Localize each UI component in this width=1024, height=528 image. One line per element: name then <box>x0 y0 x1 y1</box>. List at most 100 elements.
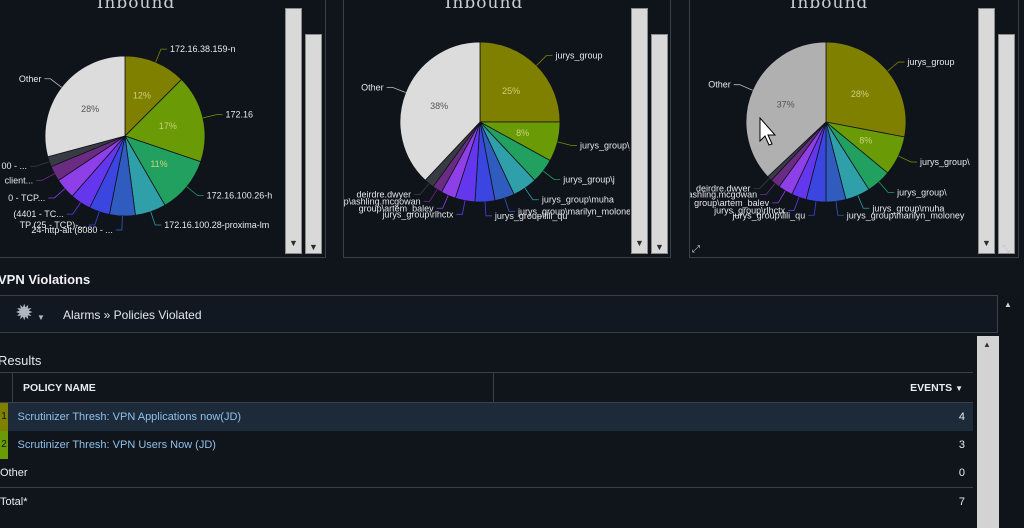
slice-label: jurys_group <box>554 51 602 61</box>
scroll-up-icon[interactable]: ▲ <box>983 340 991 349</box>
leader-line <box>44 78 62 88</box>
leader-line <box>504 197 516 212</box>
slice-label: client... <box>5 175 34 185</box>
panel-scrollbar[interactable]: ▼ <box>978 8 1015 254</box>
pie-chart-1: 172.16.38.159-n 12% 172.16 17% 172.16.100.26… <box>1 44 273 235</box>
chevron-down-icon[interactable]: ▼ <box>37 313 45 322</box>
leader-line <box>423 189 438 202</box>
leader-line <box>835 201 844 216</box>
gear-icon[interactable]: ✹ <box>15 302 33 324</box>
pie-slice[interactable] <box>479 41 561 123</box>
row-color-swatch: 2 <box>0 431 8 459</box>
leader-line <box>48 188 66 199</box>
table-row[interactable]: 2 Scrutinizer Thresh: VPN Users Now (JD)… <box>0 431 973 459</box>
slice-label: jurys_group <box>906 57 954 67</box>
scroll-down-icon[interactable]: ▼ <box>305 242 322 252</box>
slice-percent: 37% <box>777 100 795 110</box>
slice-percent: 8% <box>859 136 872 146</box>
section-title: VPN Violations <box>0 272 91 287</box>
panel-scrollbar[interactable]: ▼ ▼ <box>285 8 322 254</box>
slice-label: 172.16 <box>226 110 254 120</box>
slice-label: Other <box>708 80 731 90</box>
scroll-down-icon[interactable]: ▼ <box>978 238 995 248</box>
leader-line <box>536 55 553 66</box>
events-header[interactable]: EVENTS ▼ <box>493 372 973 403</box>
slice-label: 00 - ... <box>1 161 27 171</box>
events-value: 3 <box>493 431 973 459</box>
row-color-swatch: 1 <box>0 403 8 431</box>
slice-percent: 38% <box>430 101 448 111</box>
total-label: Total* <box>0 487 494 516</box>
slice-label: deirdre.dwyer <box>696 183 751 193</box>
leader-line <box>436 195 449 209</box>
slice-label: jurys_group\ <box>896 188 947 198</box>
other-label: Other <box>0 467 28 479</box>
toolbar: ✹ ▼ Alarms » Policies Violated <box>0 295 998 333</box>
inbound-panel-1: Inbound 172.16.38.159-n 12% 172.16 17% 172.1… <box>0 0 326 258</box>
table-row[interactable]: 1 Scrutinizer Thresh: VPN Applications n… <box>0 402 973 431</box>
leader-line <box>887 61 905 72</box>
sort-down-icon[interactable]: ▼ <box>955 384 963 393</box>
slice-label: (4401 - TC... <box>13 209 63 219</box>
slice-label: jurys_group\j <box>579 140 630 150</box>
slice-label: jurys_group\ <box>919 157 970 167</box>
slice-label: jurys_group\lili_qu <box>494 211 568 221</box>
table-row-other: Other 0 <box>0 459 973 488</box>
leader-line <box>36 173 55 181</box>
slice-percent: 28% <box>81 104 99 114</box>
leader-line <box>150 211 162 226</box>
other-value: 0 <box>958 467 965 479</box>
scroll-down-icon[interactable]: ▼ <box>631 238 648 248</box>
leader-line <box>898 155 918 163</box>
breadcrumb: Alarms » Policies Violated <box>63 308 202 322</box>
table-row-total: Total* 7 <box>0 487 973 516</box>
leader-line <box>524 187 539 201</box>
leader-line <box>29 161 50 167</box>
leader-line <box>733 84 753 91</box>
slice-percent: 12% <box>133 90 151 100</box>
slice-label: TP (25 - TCP)-... <box>20 220 86 230</box>
leader-line <box>878 181 895 193</box>
inbound-panel-3: Inbound jurys_group 28% jurys_group\ 8% jury… <box>689 0 1019 258</box>
scroll-down-icon[interactable]: ▼ <box>651 242 668 252</box>
slice-label: 172.16.100.26-h <box>207 191 273 201</box>
leader-line <box>414 183 430 195</box>
slice-label: deirdre.dwyer <box>357 189 412 199</box>
resize-icon[interactable]: ⤡ <box>1002 244 1010 255</box>
scroll-down-icon[interactable]: ▼ <box>285 238 302 248</box>
slice-label: Other <box>19 74 42 84</box>
leader-line <box>186 186 204 197</box>
results-label: Results <box>0 353 42 368</box>
leader-line <box>808 201 817 216</box>
policy-name-header[interactable]: POLICY NAME <box>12 372 494 403</box>
leader-line <box>456 200 466 215</box>
total-value: 7 <box>493 487 973 516</box>
leader-line <box>88 211 100 226</box>
leader-line <box>484 201 492 217</box>
pie-chart-3: jurys_group 28% jurys_group\ 8% jurys_group\… <box>690 41 970 220</box>
slice-label: jurys_group\j <box>562 175 615 185</box>
leader-line <box>857 195 870 209</box>
policy-link[interactable]: Scrutinizer Thresh: VPN Applications now… <box>12 402 494 431</box>
policy-link[interactable]: Scrutinizer Thresh: VPN Users Now (JD) <box>12 431 494 459</box>
slice-label: 172.16.38.159-n <box>170 44 236 54</box>
leader-line <box>542 170 561 181</box>
leader-line <box>115 215 123 231</box>
slice-label: 172.16.100.28-proxima-lm <box>164 220 269 230</box>
pie-chart-2: jurys_group 25% jurys_group\j 8% jurys_group… <box>344 41 630 221</box>
scroll-up-icon[interactable]: ▲ <box>1004 300 1012 309</box>
slice-percent: 25% <box>502 86 520 96</box>
panel-scrollbar[interactable]: ▼ ▼ <box>631 8 668 254</box>
leader-line <box>155 48 167 63</box>
mouse-cursor-icon <box>759 117 777 146</box>
table-scrollbar[interactable]: ▲ <box>977 336 999 528</box>
page-scrollbar[interactable]: ▲ <box>1000 296 1020 528</box>
slice-percent: 8% <box>516 128 529 138</box>
slice-percent: 17% <box>159 121 177 131</box>
resize-icon[interactable]: ⤢ <box>692 244 700 255</box>
leader-line <box>788 197 800 211</box>
slice-percent: 28% <box>851 89 869 99</box>
slice-label: jurys_group\marilyn_moloney <box>846 210 965 220</box>
inbound-panel-2: Inbound jurys_group 25% jurys_group\j 8% jur… <box>343 0 671 258</box>
leader-line <box>66 202 81 215</box>
